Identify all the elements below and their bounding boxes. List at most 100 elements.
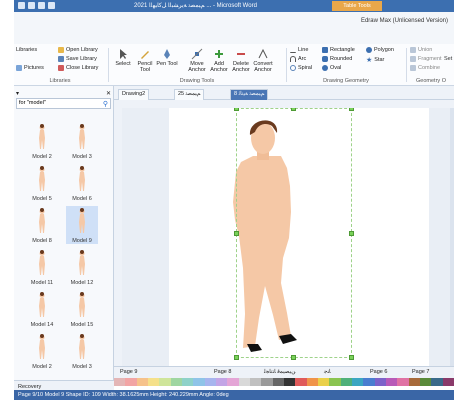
library-item[interactable]: Model 14 bbox=[26, 290, 58, 328]
library-item[interactable]: Model 6 bbox=[66, 164, 98, 202]
library-item[interactable]: Model 2 bbox=[26, 332, 58, 370]
library-item[interactable]: Model 3 bbox=[66, 122, 98, 160]
palette-swatch[interactable] bbox=[114, 378, 126, 386]
open-library-button[interactable]: Open Library bbox=[58, 47, 98, 53]
palette-swatch[interactable] bbox=[363, 378, 375, 386]
palette-swatch[interactable] bbox=[283, 378, 296, 386]
palette-swatch[interactable] bbox=[204, 378, 216, 386]
page-tab[interactable]: ﺎﻨﺟ bbox=[324, 369, 331, 375]
drawing-canvas[interactable] bbox=[122, 108, 454, 366]
document-tab[interactable]: ﻢﻴﻤﺼﺗ 25 bbox=[174, 89, 205, 100]
pencil-tool-button[interactable]: Pencil Tool bbox=[134, 48, 156, 73]
save-library-button[interactable]: Save Library bbox=[58, 56, 97, 62]
page-tab[interactable]: ﻦﻴﺼﻴﻤﻗ ﺎﺘﻧﺎﺠﻟ bbox=[264, 369, 295, 375]
horizontal-ruler bbox=[114, 100, 454, 108]
library-item[interactable]: Model 15 bbox=[66, 290, 98, 328]
palette-swatch[interactable] bbox=[374, 378, 386, 386]
dropdown-icon[interactable]: ▾ bbox=[16, 90, 19, 97]
rounded-button[interactable]: Rounded bbox=[322, 56, 352, 62]
palette-swatch[interactable] bbox=[329, 378, 341, 386]
oval-icon bbox=[322, 65, 328, 71]
star-button[interactable]: ★ Star bbox=[366, 56, 384, 64]
page-tab[interactable]: Page 6 bbox=[370, 369, 387, 375]
page-tab[interactable]: Page 9 bbox=[120, 369, 137, 375]
palette-swatch[interactable] bbox=[181, 378, 194, 386]
resize-handle-e[interactable] bbox=[349, 231, 354, 236]
palette-swatch[interactable] bbox=[419, 378, 432, 386]
print-icon[interactable] bbox=[48, 2, 55, 9]
library-search-input[interactable] bbox=[17, 99, 97, 107]
line-button[interactable]: Line bbox=[290, 47, 308, 53]
vertical-scrollbar[interactable] bbox=[450, 108, 454, 366]
palette-swatch[interactable] bbox=[340, 378, 352, 386]
add-anchor-button[interactable]: Add Anchor bbox=[208, 48, 230, 73]
polygon-icon bbox=[366, 47, 372, 53]
oval-button[interactable]: Oval bbox=[322, 65, 341, 71]
palette-swatch[interactable] bbox=[238, 378, 250, 386]
pictures-button[interactable]: Pictures bbox=[16, 65, 44, 71]
palette-swatch[interactable] bbox=[306, 378, 318, 386]
pen-tool-button[interactable]: Pen Tool bbox=[156, 48, 178, 67]
palette-swatch[interactable] bbox=[295, 378, 307, 386]
resize-handle-w[interactable] bbox=[234, 231, 239, 236]
page-tab[interactable]: Page 8 bbox=[214, 369, 231, 375]
set-label: Set bbox=[444, 56, 453, 62]
library-item[interactable]: Model 5 bbox=[26, 164, 58, 202]
close-panel-icon[interactable]: ✕ bbox=[106, 90, 111, 97]
palette-swatch[interactable] bbox=[215, 378, 228, 386]
color-palette[interactable] bbox=[114, 378, 454, 386]
search-icon[interactable]: ⚲ bbox=[103, 100, 108, 108]
close-library-button[interactable]: Close Library bbox=[58, 65, 98, 71]
arc-button[interactable]: Arc bbox=[290, 56, 306, 62]
palette-swatch[interactable] bbox=[170, 378, 182, 386]
library-item[interactable]: Model 9 bbox=[66, 206, 98, 244]
palette-swatch[interactable] bbox=[159, 378, 171, 386]
palette-swatch[interactable] bbox=[136, 378, 148, 386]
undo-icon[interactable] bbox=[38, 2, 45, 9]
save-icon[interactable] bbox=[28, 2, 35, 9]
palette-swatch[interactable] bbox=[249, 378, 262, 386]
library-item[interactable]: Model 12 bbox=[66, 248, 98, 286]
document-tab[interactable]: Drawing2 bbox=[118, 89, 150, 100]
delete-anchor-button[interactable]: Delete Anchor bbox=[230, 48, 252, 73]
set-button[interactable]: Set bbox=[444, 56, 452, 62]
palette-swatch[interactable] bbox=[193, 378, 205, 386]
palette-swatch[interactable] bbox=[125, 378, 137, 386]
resize-handle-n[interactable] bbox=[291, 108, 296, 111]
resize-handle-s[interactable] bbox=[291, 355, 296, 360]
palette-swatch[interactable] bbox=[147, 378, 160, 386]
resize-handle-nw[interactable] bbox=[234, 108, 239, 111]
document-tab[interactable]: ﻢﻴﻤﺼﺗ ﺔﻴﻧﺎﺛ 8 bbox=[230, 89, 269, 100]
select-tool-button[interactable]: Select bbox=[112, 48, 134, 67]
combine-button[interactable]: Combine bbox=[410, 65, 440, 71]
move-anchor-icon bbox=[191, 48, 203, 60]
arc-label: Arc bbox=[298, 56, 307, 62]
resize-handle-sw[interactable] bbox=[234, 355, 239, 360]
library-item[interactable]: Model 3 bbox=[66, 332, 98, 370]
polygon-button[interactable]: Polygon bbox=[366, 47, 394, 53]
selection-frame[interactable] bbox=[234, 108, 354, 360]
palette-swatch[interactable] bbox=[261, 378, 273, 386]
move-anchor-button[interactable]: Move Anchor bbox=[186, 48, 208, 73]
palette-swatch[interactable] bbox=[385, 378, 398, 386]
spiral-button[interactable]: Spiral bbox=[290, 65, 312, 71]
convert-anchor-button[interactable]: Convert Anchor bbox=[252, 48, 274, 73]
palette-swatch[interactable] bbox=[272, 378, 284, 386]
palette-swatch[interactable] bbox=[317, 378, 330, 386]
palette-swatch[interactable] bbox=[397, 378, 409, 386]
palette-swatch[interactable] bbox=[351, 378, 364, 386]
resize-handle-se[interactable] bbox=[349, 355, 354, 360]
palette-swatch[interactable] bbox=[227, 378, 239, 386]
library-item[interactable]: Model 8 bbox=[26, 206, 58, 244]
palette-swatch[interactable] bbox=[431, 378, 443, 386]
palette-swatch[interactable] bbox=[442, 378, 454, 386]
library-item[interactable]: Model 2 bbox=[26, 122, 58, 160]
page-tab[interactable]: Page 7 bbox=[412, 369, 429, 375]
libraries-button[interactable]: Libraries bbox=[16, 47, 37, 53]
library-item[interactable]: Model 11 bbox=[26, 248, 58, 286]
fragment-button[interactable]: Fragment bbox=[410, 56, 442, 62]
union-button[interactable]: Union bbox=[410, 47, 432, 53]
palette-swatch[interactable] bbox=[408, 378, 420, 386]
resize-handle-ne[interactable] bbox=[349, 108, 354, 111]
rectangle-button[interactable]: Rectangle bbox=[322, 47, 355, 53]
